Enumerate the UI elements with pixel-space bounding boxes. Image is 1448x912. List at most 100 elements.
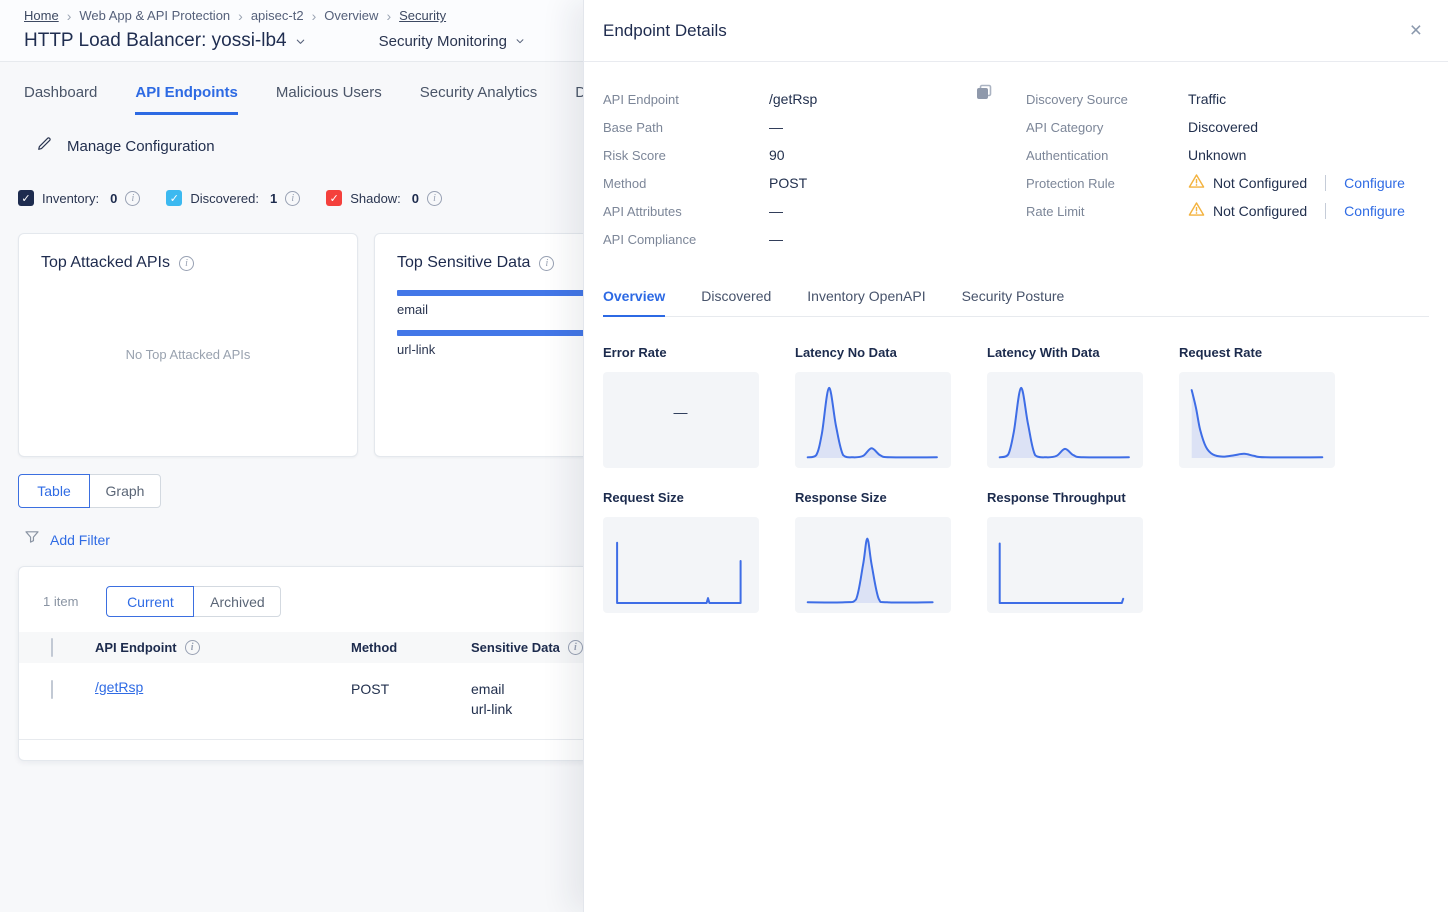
discovered-count: 1 bbox=[270, 191, 277, 206]
chart-title: Error Rate bbox=[603, 345, 759, 360]
divider bbox=[1325, 203, 1326, 219]
col-sensitive-data[interactable]: Sensitive Data bbox=[471, 640, 560, 655]
table-view-button[interactable]: Table bbox=[18, 474, 90, 508]
breadcrumb-overview[interactable]: Overview bbox=[324, 8, 378, 23]
chart-title: Request Rate bbox=[1179, 345, 1335, 360]
top-sensitive-title: Top Sensitive Data bbox=[397, 254, 530, 272]
breadcrumb-waap[interactable]: Web App & API Protection bbox=[79, 8, 230, 23]
endpoint-link[interactable]: /getRsp bbox=[95, 679, 143, 695]
overview-charts: Error Rate — Latency No Data Latency Wit… bbox=[603, 345, 1448, 613]
info-icon[interactable]: i bbox=[179, 256, 194, 271]
col-api-endpoint[interactable]: API Endpoint bbox=[95, 640, 177, 655]
chevron-down-icon bbox=[295, 36, 305, 46]
row-checkbox[interactable] bbox=[51, 680, 53, 699]
breadcrumb-separator: › bbox=[238, 9, 243, 23]
panel-tab-discovered[interactable]: Discovered bbox=[701, 288, 771, 316]
detail-label: API Attributes bbox=[603, 204, 769, 219]
breadcrumb-namespace[interactable]: apisec-t2 bbox=[251, 8, 304, 23]
panel-title: Endpoint Details bbox=[603, 21, 727, 41]
info-icon[interactable]: i bbox=[539, 256, 554, 271]
breadcrumb-separator: › bbox=[67, 9, 72, 23]
info-icon[interactable]: i bbox=[568, 640, 583, 655]
info-icon[interactable]: i bbox=[185, 640, 200, 655]
configure-protection-rule-link[interactable]: Configure bbox=[1344, 175, 1405, 191]
manage-configuration-label: Manage Configuration bbox=[67, 138, 215, 155]
detail-label: Discovery Source bbox=[1026, 92, 1188, 107]
load-balancer-selector[interactable]: HTTP Load Balancer: yossi-lb4 bbox=[24, 30, 305, 52]
tab-security-analytics[interactable]: Security Analytics bbox=[420, 84, 538, 115]
endpoint-details-summary: API Endpoint/getRsp Base Path— Risk Scor… bbox=[584, 62, 1448, 253]
rate-limit-status: Not Configured bbox=[1213, 203, 1307, 219]
panel-tabbar: Overview Discovered Inventory OpenAPI Se… bbox=[603, 288, 1429, 317]
panel-tab-overview[interactable]: Overview bbox=[603, 288, 665, 317]
discovered-label: Discovered: bbox=[190, 191, 259, 206]
divider bbox=[1325, 175, 1326, 191]
no-data-dash: — bbox=[674, 404, 689, 420]
info-icon[interactable]: i bbox=[427, 191, 442, 206]
copy-icon[interactable] bbox=[976, 84, 992, 105]
request-size-chart: Request Size bbox=[603, 490, 759, 613]
response-size-chart: Response Size bbox=[795, 490, 951, 613]
detail-value-api-category: Discovered bbox=[1188, 119, 1258, 135]
top-attacked-apis-card: Top Attacked APIs i No Top Attacked APIs bbox=[18, 233, 358, 457]
sparkline bbox=[795, 517, 951, 613]
close-icon[interactable]: × bbox=[1410, 20, 1422, 41]
inventory-label: Inventory: bbox=[42, 191, 99, 206]
inventory-checkbox[interactable]: ✓ bbox=[18, 190, 34, 206]
detail-label: Method bbox=[603, 176, 769, 191]
inventory-count: 0 bbox=[110, 191, 117, 206]
detail-label: API Endpoint bbox=[603, 92, 769, 107]
sparkline bbox=[1179, 372, 1335, 468]
top-attacked-empty-message: No Top Attacked APIs bbox=[41, 272, 335, 436]
monitoring-mode-label: Security Monitoring bbox=[379, 33, 507, 50]
shadow-count: 0 bbox=[412, 191, 419, 206]
detail-label: API Category bbox=[1026, 120, 1188, 135]
info-icon[interactable]: i bbox=[125, 191, 140, 206]
panel-header: Endpoint Details × bbox=[584, 0, 1448, 62]
detail-label: Rate Limit bbox=[1026, 204, 1188, 219]
monitoring-mode-selector[interactable]: Security Monitoring bbox=[379, 33, 525, 50]
tab-api-endpoints[interactable]: API Endpoints bbox=[135, 84, 238, 115]
detail-value-authentication: Unknown bbox=[1188, 147, 1246, 163]
endpoint-details-panel: Endpoint Details × API Endpoint/getRsp B… bbox=[583, 0, 1448, 912]
latency-no-data-chart: Latency No Data bbox=[795, 345, 951, 468]
chevron-down-icon bbox=[515, 36, 525, 46]
item-count: 1 item bbox=[43, 594, 78, 609]
graph-view-button[interactable]: Graph bbox=[89, 474, 161, 508]
chart-title: Response Size bbox=[795, 490, 951, 505]
discovered-checkbox[interactable]: ✓ bbox=[166, 190, 182, 206]
top-attacked-title: Top Attacked APIs bbox=[41, 254, 170, 272]
select-all-checkbox[interactable] bbox=[51, 638, 53, 657]
filter-inventory: ✓ Inventory: 0 i bbox=[18, 190, 140, 206]
breadcrumb-home[interactable]: Home bbox=[24, 8, 59, 23]
tab-dashboard[interactable]: Dashboard bbox=[24, 84, 97, 115]
filter-discovered: ✓ Discovered: 1 i bbox=[166, 190, 300, 206]
latency-with-data-chart: Latency With Data bbox=[987, 345, 1143, 468]
panel-tab-inventory-openapi[interactable]: Inventory OpenAPI bbox=[807, 288, 925, 316]
info-icon[interactable]: i bbox=[285, 191, 300, 206]
pencil-icon bbox=[36, 135, 53, 157]
request-rate-chart: Request Rate bbox=[1179, 345, 1335, 468]
configure-rate-limit-link[interactable]: Configure bbox=[1344, 203, 1405, 219]
breadcrumb-security[interactable]: Security bbox=[399, 8, 446, 23]
detail-label: Authentication bbox=[1026, 148, 1188, 163]
detail-value-api-compliance: — bbox=[769, 231, 783, 247]
shadow-checkbox[interactable]: ✓ bbox=[326, 190, 342, 206]
panel-tab-security-posture[interactable]: Security Posture bbox=[962, 288, 1065, 316]
chart-title: Latency No Data bbox=[795, 345, 951, 360]
chart-title: Latency With Data bbox=[987, 345, 1143, 360]
warning-triangle-icon bbox=[1188, 201, 1205, 222]
warning-triangle-icon bbox=[1188, 173, 1205, 194]
detail-value-api-endpoint: /getRsp bbox=[769, 91, 817, 107]
detail-value-base-path: — bbox=[769, 119, 783, 135]
tab-malicious-users[interactable]: Malicious Users bbox=[276, 84, 382, 115]
detail-value-discovery-source: Traffic bbox=[1188, 91, 1226, 107]
detail-value-risk-score: 90 bbox=[769, 147, 785, 163]
protection-rule-status: Not Configured bbox=[1213, 175, 1307, 191]
archived-button[interactable]: Archived bbox=[193, 586, 281, 617]
col-method[interactable]: Method bbox=[351, 640, 471, 655]
response-throughput-chart: Response Throughput bbox=[987, 490, 1143, 613]
current-button[interactable]: Current bbox=[106, 586, 194, 617]
breadcrumb-separator: › bbox=[386, 9, 391, 23]
shadow-label: Shadow: bbox=[350, 191, 401, 206]
